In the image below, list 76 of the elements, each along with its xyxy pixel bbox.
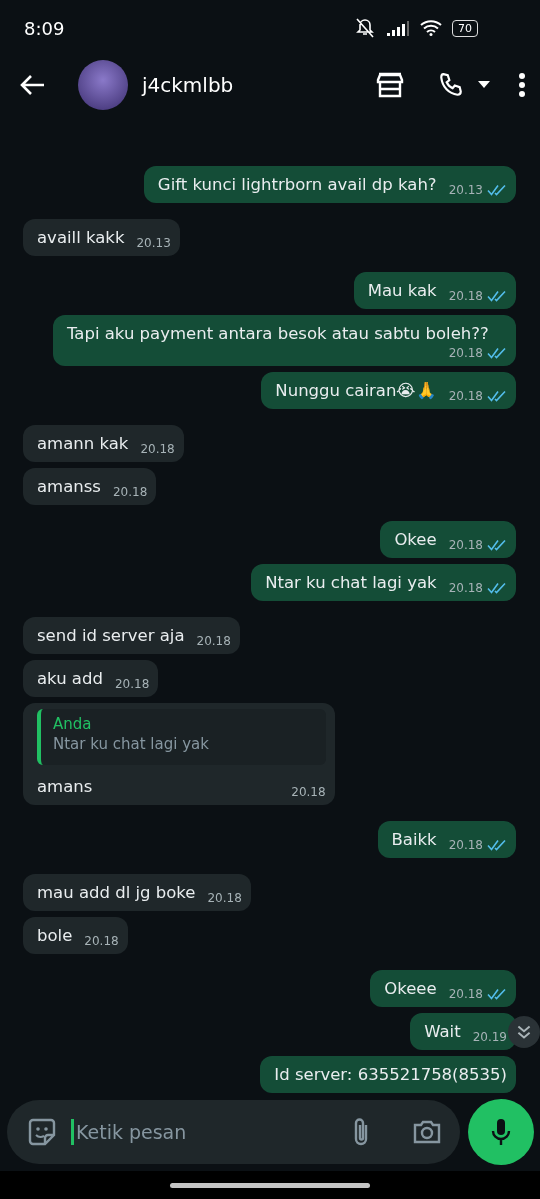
message-time: 20.18 [448, 389, 483, 403]
message-time: 20.18 [448, 346, 483, 360]
message-time: 20.18 [448, 538, 483, 552]
avatar[interactable] [78, 60, 128, 110]
received-message-bubble[interactable]: send id server aja 20.18 [23, 617, 240, 654]
sent-message-bubble[interactable]: Gift kunci lightrborn avail dp kah? 20.13 [143, 166, 516, 203]
sent-message-bubble[interactable]: Mau kak 20.18 [353, 272, 516, 309]
sent-message-bubble[interactable]: Okee 20.18 [380, 521, 516, 558]
sticker-icon[interactable] [27, 1117, 57, 1147]
message-time: 20.18 [140, 442, 175, 456]
message-text: Baikk [391, 829, 437, 851]
message-text: send id server aja [37, 625, 185, 647]
wifi-icon [420, 20, 442, 36]
message-text: Gift kunci lightrborn avail dp kah? [157, 174, 437, 196]
double-chevron-down-icon [516, 1024, 532, 1040]
message-text: Okeee [384, 978, 437, 1000]
message-text: Id server: 635521758(8535) [274, 1064, 507, 1086]
message-text: Ntar ku chat lagi yak [265, 572, 437, 594]
sent-message-bubble[interactable]: Okeee 20.18 [370, 970, 516, 1007]
message-text: Mau kak [367, 280, 437, 302]
sent-message-bubble[interactable]: Baikk 20.18 [377, 821, 516, 858]
message-time: 20.18 [448, 838, 483, 852]
battery-level: 70 [452, 19, 478, 37]
message-text: availl kakk [37, 227, 125, 249]
message-time: 20.19 [472, 1030, 507, 1044]
phone-icon[interactable] [438, 72, 464, 98]
signal-icon [386, 20, 410, 36]
received-message-bubble[interactable]: Anda Ntar ku chat lagi yak amans 20.18 [23, 703, 335, 805]
home-indicator[interactable] [170, 1182, 370, 1188]
received-message-bubble[interactable]: mau add dl jg boke 20.18 [23, 874, 251, 911]
message-text: mau add dl jg boke [37, 882, 196, 904]
back-arrow-icon[interactable] [20, 74, 46, 96]
message-time: 20.13 [448, 183, 483, 197]
more-options-icon[interactable] [518, 72, 526, 98]
contact-name[interactable]: j4ckmlbb [142, 73, 362, 97]
message-text: aku add [37, 668, 103, 690]
message-text: amans [37, 776, 94, 798]
message-time: 20.13 [136, 236, 171, 250]
quoted-message[interactable]: Anda Ntar ku chat lagi yak [37, 709, 326, 765]
message-time: 20.18 [207, 891, 242, 905]
scroll-down-button[interactable] [508, 1016, 540, 1048]
message-input-field[interactable]: Ketik pesan [74, 1120, 336, 1144]
message-text: amann kak [37, 433, 129, 455]
message-time: 20.18 [448, 289, 483, 303]
message-text: Nunggu cairan😭🙏 [275, 380, 437, 402]
received-message-bubble[interactable]: amann kak 20.18 [23, 425, 184, 462]
received-message-bubble[interactable]: aku add 20.18 [23, 660, 159, 697]
sent-message-bubble[interactable]: Id server: 635521758(8535) [260, 1056, 516, 1093]
clock: 8:09 [24, 17, 65, 39]
dropdown-caret-icon[interactable] [478, 81, 490, 89]
quote-text: Ntar ku chat lagi yak [53, 735, 210, 753]
message-time: 20.18 [84, 934, 119, 948]
received-message-bubble[interactable]: availl kakk 20.13 [23, 219, 180, 256]
sent-message-bubble[interactable]: Nunggu cairan😭🙏 20.18 [261, 372, 516, 409]
message-time: 20.18 [291, 785, 326, 799]
text-cursor [71, 1119, 74, 1145]
message-time: 20.18 [114, 677, 150, 691]
sent-message-bubble[interactable]: Wait 20.19 [410, 1013, 516, 1050]
message-text: amanss [37, 476, 101, 498]
camera-icon[interactable] [412, 1119, 442, 1145]
message-time: 20.18 [448, 581, 483, 595]
message-time: 20.18 [196, 634, 231, 648]
received-message-bubble[interactable]: bole 20.18 [23, 917, 128, 954]
quote-author: Anda [53, 715, 93, 733]
received-message-bubble[interactable]: amanss 20.18 [23, 468, 157, 505]
microphone-icon [490, 1117, 512, 1147]
message-text: Okee [394, 529, 437, 551]
message-text: Wait [424, 1021, 461, 1043]
sent-message-bubble[interactable]: Ntar ku chat lagi yak 20.18 [251, 564, 516, 601]
message-text: bole [37, 925, 73, 947]
sent-message-bubble[interactable]: Tapi aku payment antara besok atau sabtu boleh?? 20.18 [53, 315, 516, 366]
message-text: Tapi aku payment antara besok atau sabtu boleh?? [67, 323, 490, 345]
message-time: 20.18 [112, 485, 148, 499]
storefront-icon[interactable] [376, 72, 404, 98]
muted-bell-icon [354, 18, 376, 38]
message-time: 20.18 [448, 987, 483, 1001]
